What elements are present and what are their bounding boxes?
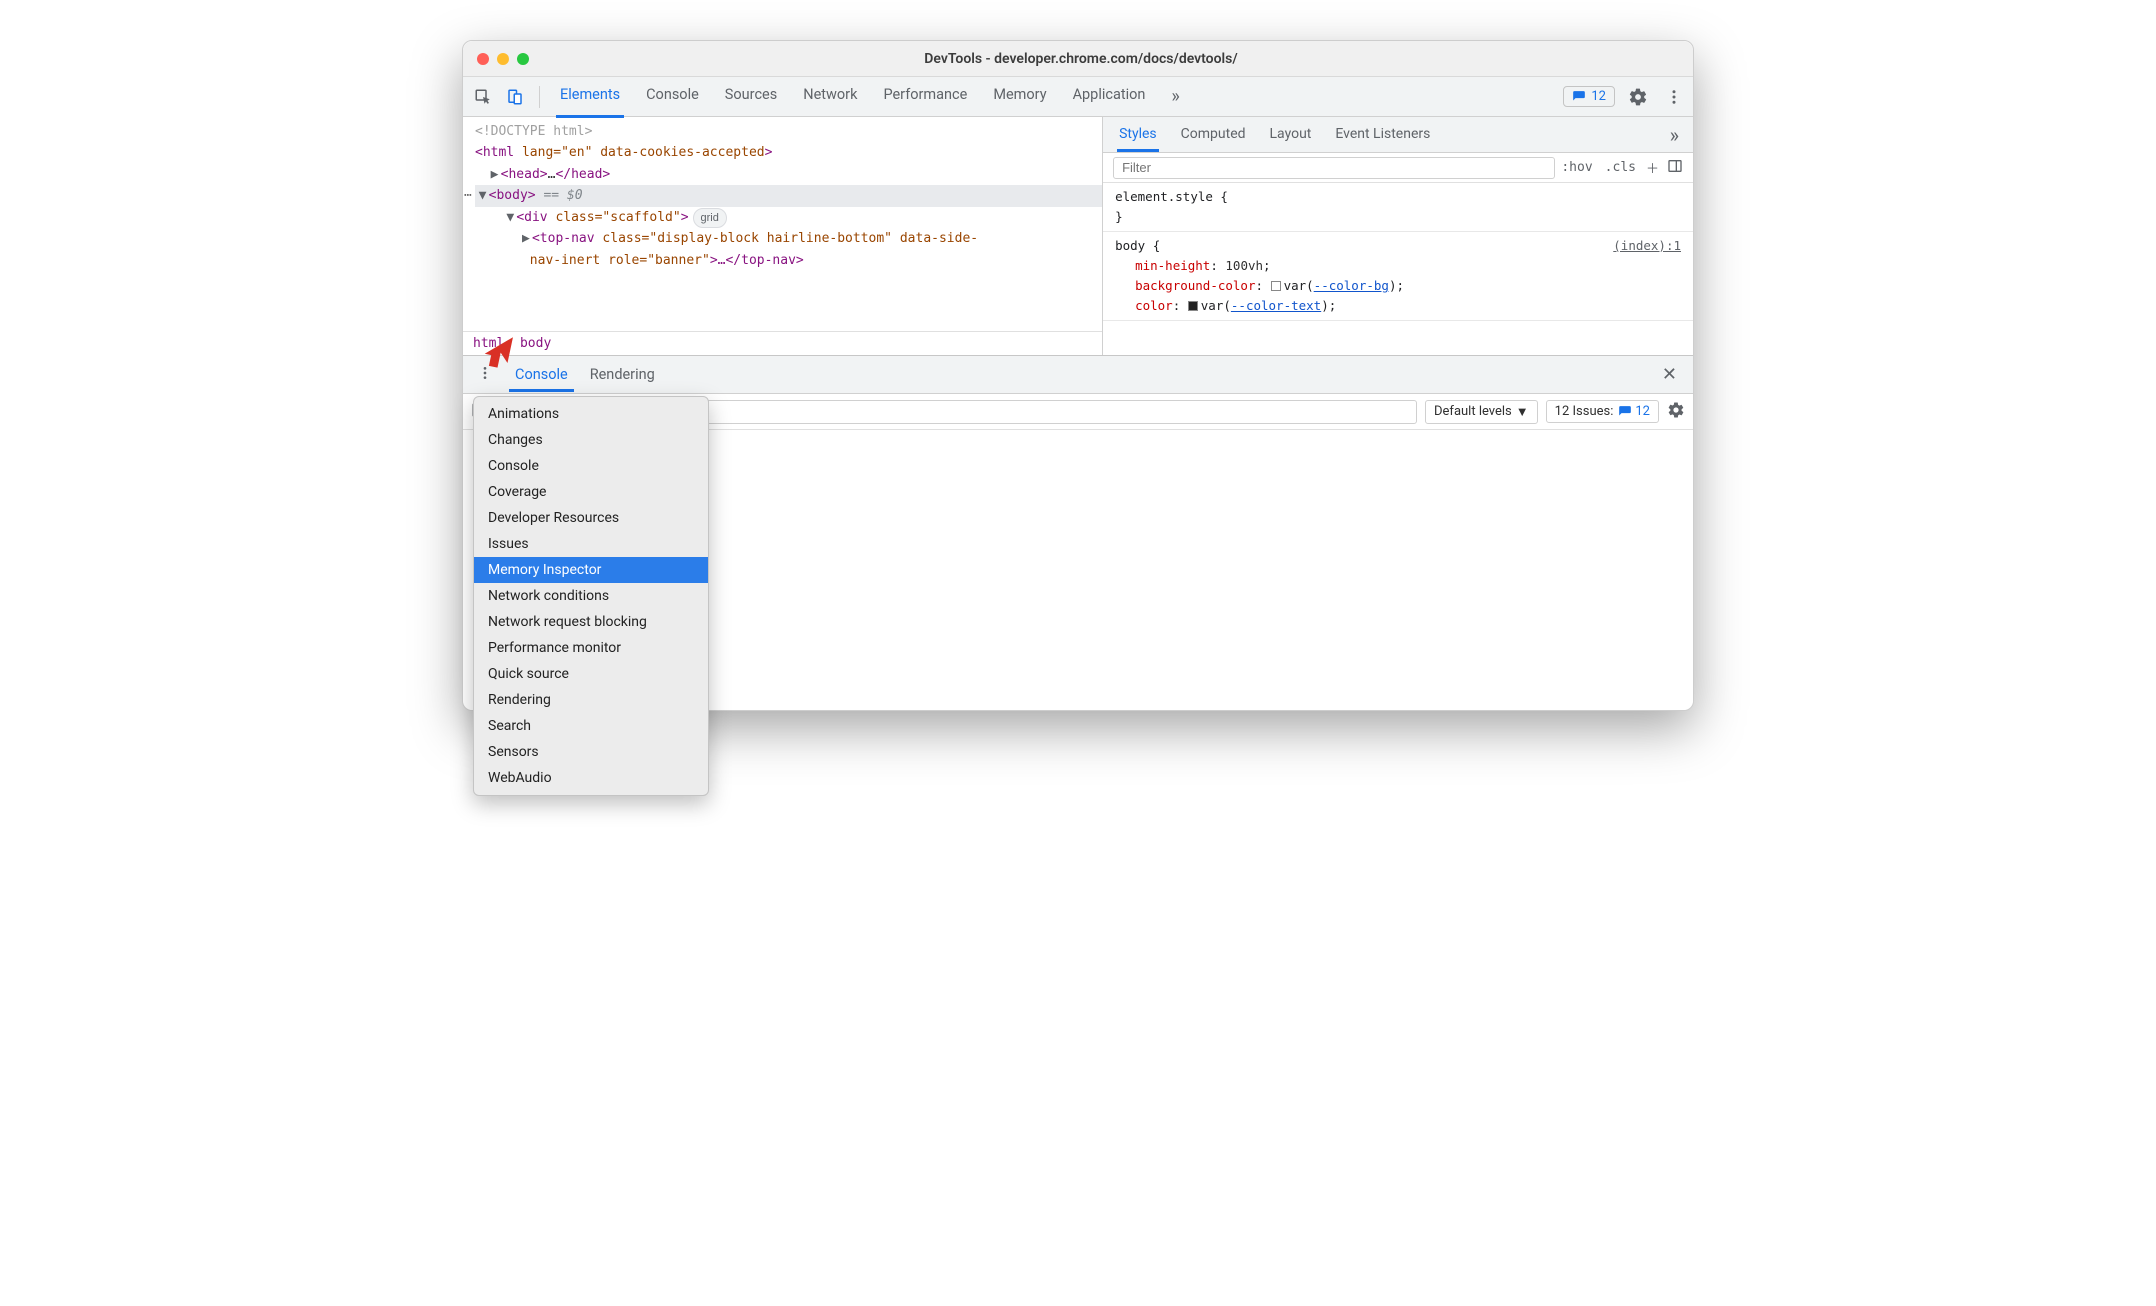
window-controls: [463, 53, 529, 65]
styles-rules: element.style { } (index):1 body { min-h…: [1103, 183, 1693, 321]
cls-toggle[interactable]: .cls: [1599, 160, 1642, 175]
chevron-down-icon: ▼: [1516, 404, 1529, 420]
grid-badge[interactable]: grid: [693, 208, 727, 228]
elements-panel: <!DOCTYPE html> <html lang="en" data-coo…: [463, 117, 1103, 355]
dom-tree[interactable]: <!DOCTYPE html> <html lang="en" data-coo…: [463, 117, 1102, 331]
issues-link[interactable]: 12 Issues: 12: [1546, 400, 1659, 423]
inspect-element-icon[interactable]: [469, 83, 497, 111]
drawer-tab-rendering[interactable]: Rendering: [584, 358, 661, 392]
menu-item[interactable]: Animations: [474, 401, 708, 427]
menu-item[interactable]: Network request blocking: [474, 609, 708, 635]
menu-item[interactable]: Developer Resources: [474, 505, 708, 531]
minimize-window-button[interactable]: [497, 53, 509, 65]
window-title: DevTools - developer.chrome.com/docs/dev…: [529, 51, 1693, 67]
annotation-arrow-icon: [477, 328, 521, 376]
crumb-body[interactable]: body: [520, 336, 551, 351]
console-settings-icon[interactable]: [1667, 401, 1685, 423]
menu-item[interactable]: Sensors: [474, 739, 708, 765]
titlebar: DevTools - developer.chrome.com/docs/dev…: [463, 41, 1693, 77]
menu-item[interactable]: Quick source: [474, 661, 708, 687]
tab-styles[interactable]: Styles: [1117, 117, 1159, 152]
styles-tabs: Styles Computed Layout Event Listeners »: [1103, 117, 1693, 153]
tab-computed[interactable]: Computed: [1179, 117, 1248, 152]
body-rule[interactable]: (index):1 body { min-height: 100vh; back…: [1103, 232, 1693, 321]
tab-elements[interactable]: Elements: [556, 76, 624, 118]
tabs-overflow-icon[interactable]: »: [1167, 76, 1183, 118]
hov-toggle[interactable]: :hov: [1555, 160, 1598, 175]
expand-icon[interactable]: ▶: [491, 164, 501, 185]
styles-panel: Styles Computed Layout Event Listeners »…: [1103, 117, 1693, 355]
more-options-icon[interactable]: [1661, 84, 1687, 110]
issues-badge[interactable]: 12: [1563, 86, 1615, 107]
main-tabs: Elements Console Sources Network Perform…: [556, 76, 1559, 118]
element-style-rule[interactable]: element.style { }: [1103, 183, 1693, 232]
computed-sidebar-icon[interactable]: [1663, 158, 1687, 178]
separator: [539, 86, 540, 108]
menu-item[interactable]: Coverage: [474, 479, 708, 505]
log-levels-select[interactable]: Default levels ▼: [1425, 400, 1538, 424]
tab-memory[interactable]: Memory: [989, 76, 1050, 118]
menu-item[interactable]: Performance monitor: [474, 635, 708, 661]
breadcrumb: html body: [463, 331, 1102, 355]
rule-source-link[interactable]: (index):1: [1613, 236, 1681, 256]
tab-sources[interactable]: Sources: [721, 76, 781, 118]
drawer: Console Rendering ✕ Default levels ▼ 12 …: [463, 355, 1693, 710]
menu-item[interactable]: Changes: [474, 427, 708, 453]
tab-network[interactable]: Network: [799, 76, 861, 118]
menu-item[interactable]: Rendering: [474, 687, 708, 713]
doctype: <!DOCTYPE html>: [475, 124, 592, 139]
tab-layout[interactable]: Layout: [1268, 117, 1314, 152]
menu-item[interactable]: Issues: [474, 531, 708, 557]
issues-count: 12: [1591, 89, 1606, 104]
menu-item[interactable]: Memory Inspector: [474, 557, 708, 583]
menu-item[interactable]: Search: [474, 713, 708, 739]
devtools-window: DevTools - developer.chrome.com/docs/dev…: [462, 40, 1694, 711]
toolbar-right: 12: [1563, 84, 1687, 110]
tab-event-listeners[interactable]: Event Listeners: [1333, 117, 1432, 152]
zoom-window-button[interactable]: [517, 53, 529, 65]
tab-application[interactable]: Application: [1069, 76, 1150, 118]
menu-item[interactable]: WebAudio: [474, 765, 708, 791]
styles-toolbar: :hov .cls ＋: [1103, 153, 1693, 183]
settings-icon[interactable]: [1625, 84, 1651, 110]
tab-console[interactable]: Console: [642, 76, 703, 118]
close-window-button[interactable]: [477, 53, 489, 65]
main-split: <!DOCTYPE html> <html lang="en" data-coo…: [463, 117, 1693, 355]
styles-tabs-overflow-icon[interactable]: »: [1670, 123, 1679, 147]
menu-item[interactable]: Console: [474, 453, 708, 479]
dom-selected-row[interactable]: ⋯ ▼<body> == $0: [475, 185, 1102, 206]
tab-performance[interactable]: Performance: [879, 76, 971, 118]
menu-item[interactable]: Network conditions: [474, 583, 708, 609]
main-toolbar: Elements Console Sources Network Perform…: [463, 77, 1693, 117]
drawer-tabs-menu: AnimationsChangesConsoleCoverageDevelope…: [473, 396, 709, 796]
device-toggle-icon[interactable]: [501, 83, 529, 111]
new-rule-icon[interactable]: ＋: [1642, 158, 1663, 177]
drawer-header: Console Rendering ✕: [463, 356, 1693, 394]
drawer-close-icon[interactable]: ✕: [1654, 360, 1685, 389]
styles-filter-input[interactable]: [1113, 157, 1555, 179]
